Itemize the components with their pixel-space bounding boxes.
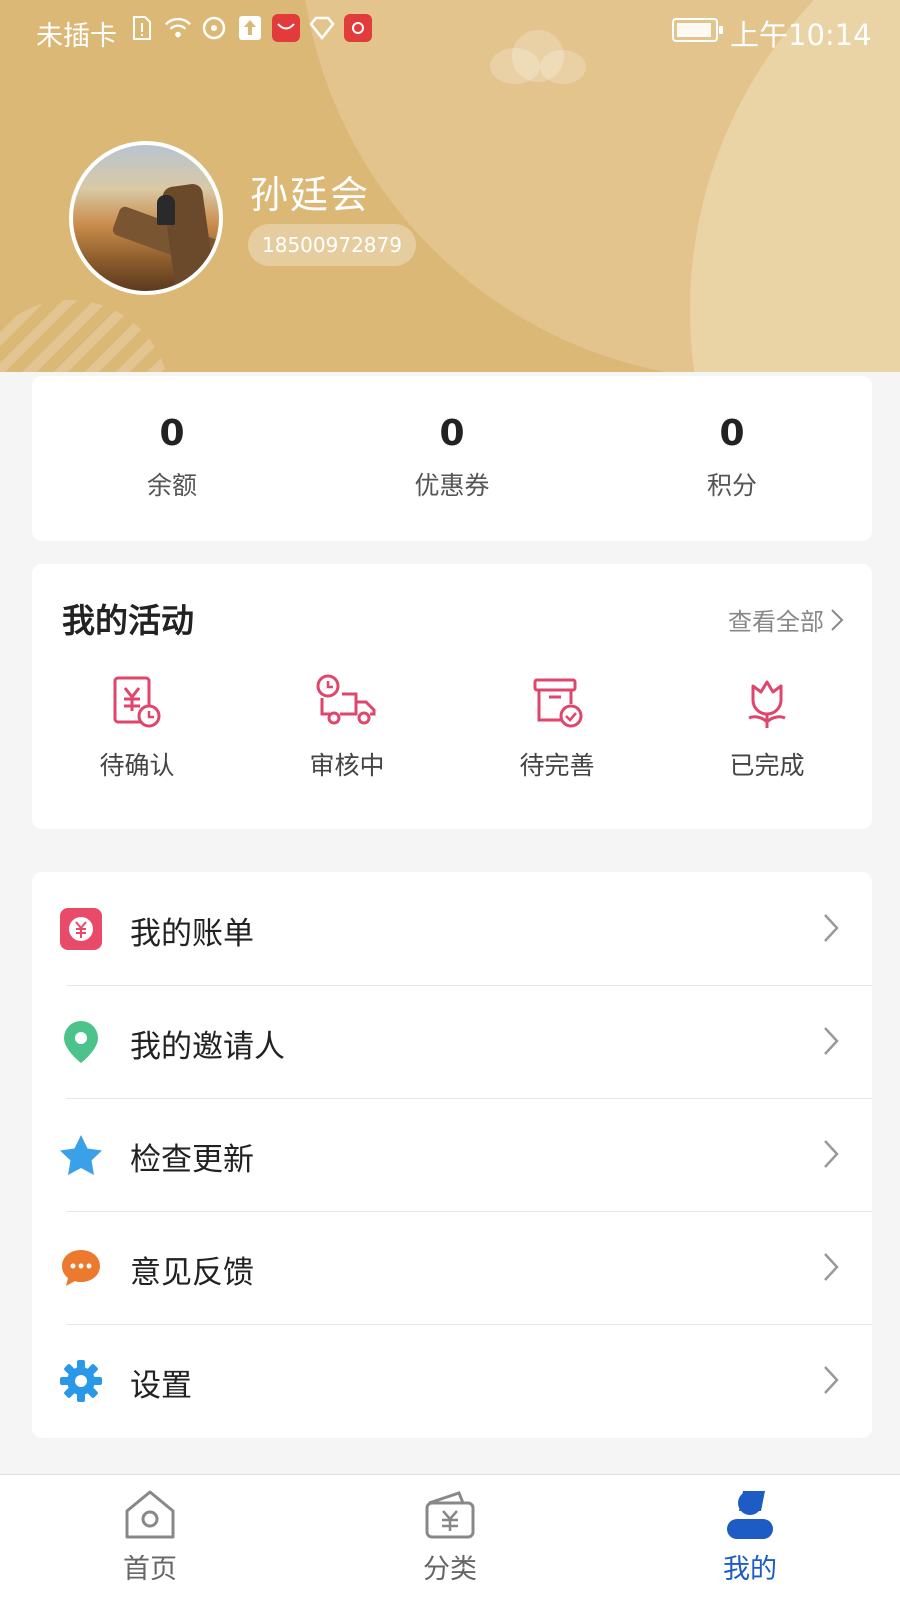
flower-icon <box>748 680 786 728</box>
stat-balance[interactable]: 0 余额 <box>32 376 312 541</box>
status-time: 上午10:14 <box>730 18 872 52</box>
gear-icon <box>58 1358 104 1404</box>
menu-item-settings[interactable]: 设置 <box>32 1324 872 1437</box>
location-pin-icon <box>58 1019 104 1065</box>
menu-label: 我的账单 <box>130 916 254 952</box>
profile-header: 未插卡 上午10:14 孙廷会 18500972879 <box>0 0 900 372</box>
activity-to-complete[interactable]: 待完善 <box>452 674 662 782</box>
chevron-right-icon <box>831 608 844 631</box>
to-complete-icon <box>533 678 583 728</box>
activity-label: 已完成 <box>729 751 805 780</box>
carrier-label: 未插卡 <box>36 21 117 52</box>
chevron-right-icon <box>824 914 839 942</box>
activity-pending-confirm[interactable]: 待确认 <box>32 674 242 782</box>
view-all-link[interactable]: 查看全部 <box>728 602 844 637</box>
menu-label: 检查更新 <box>130 1142 254 1178</box>
wifi-icon <box>164 14 192 42</box>
huawei-store-icon <box>344 14 372 42</box>
diamond-icon <box>308 14 336 42</box>
tab-label: 分类 <box>423 1554 477 1585</box>
settings-menu-card: 我的账单 我的邀请人 检查更新 意见反馈 设置 <box>32 872 872 1438</box>
tab-label: 我的 <box>723 1554 777 1585</box>
wallet-icon <box>425 1491 475 1539</box>
bottom-tab-bar: 首页 分类 我的 <box>0 1474 900 1600</box>
section-title: 我的活动 <box>62 601 194 640</box>
bill-icon <box>58 906 104 952</box>
stat-points[interactable]: 0 积分 <box>592 376 872 541</box>
header-decoration <box>0 300 170 372</box>
activity-label: 待确认 <box>99 751 175 780</box>
menu-item-my-inviter[interactable]: 我的邀请人 <box>32 985 872 1098</box>
home-icon <box>125 1490 175 1539</box>
stat-value: 0 <box>719 413 745 454</box>
user-icon <box>727 1491 773 1539</box>
activity-under-review[interactable]: 审核中 <box>242 674 452 782</box>
account-stats-card: 0 余额 0 优惠券 0 积分 <box>32 376 872 541</box>
chevron-right-icon <box>824 1366 839 1394</box>
tab-mine[interactable]: 我的 <box>600 1475 900 1600</box>
hotspot-icon <box>200 14 228 42</box>
status-bar: 未插卡 上午10:14 <box>0 0 900 62</box>
chevron-right-icon <box>824 1253 839 1281</box>
huawei-app-icon <box>272 14 300 42</box>
stat-label: 优惠券 <box>414 471 490 500</box>
activity-completed[interactable]: 已完成 <box>662 674 872 782</box>
tab-category[interactable]: 分类 <box>300 1475 600 1600</box>
menu-label: 意见反馈 <box>130 1255 254 1291</box>
activity-label: 审核中 <box>309 751 385 780</box>
stat-label: 余额 <box>146 471 197 500</box>
my-activity-card: 我的活动 查看全部 待确认 审核中 待完善 已完成 <box>32 564 872 829</box>
stat-value: 0 <box>159 413 185 454</box>
stat-value: 0 <box>439 413 465 454</box>
delivery-truck-icon <box>316 674 376 725</box>
upload-icon <box>236 14 264 42</box>
avatar[interactable] <box>69 141 223 295</box>
menu-item-my-bill[interactable]: 我的账单 <box>32 872 872 985</box>
menu-label: 设置 <box>130 1368 192 1404</box>
tab-home[interactable]: 首页 <box>0 1475 300 1600</box>
battery-icon <box>672 18 723 42</box>
pending-confirm-icon <box>113 676 161 728</box>
menu-label: 我的邀请人 <box>130 1029 285 1065</box>
user-name: 孙廷会 <box>250 173 371 217</box>
tab-label: 首页 <box>123 1554 177 1585</box>
activity-label: 待完善 <box>519 751 595 780</box>
stat-label: 积分 <box>706 471 757 500</box>
menu-item-check-update[interactable]: 检查更新 <box>32 1098 872 1211</box>
menu-item-feedback[interactable]: 意见反馈 <box>32 1211 872 1324</box>
user-phone: 18500972879 <box>248 224 416 266</box>
star-icon <box>58 1132 104 1178</box>
chevron-right-icon <box>824 1027 839 1055</box>
sim-alert-icon <box>128 14 156 42</box>
stat-coupons[interactable]: 0 优惠券 <box>312 376 592 541</box>
chevron-right-icon <box>824 1140 839 1168</box>
view-all-label: 查看全部 <box>728 608 824 636</box>
chat-bubble-icon <box>58 1245 104 1291</box>
